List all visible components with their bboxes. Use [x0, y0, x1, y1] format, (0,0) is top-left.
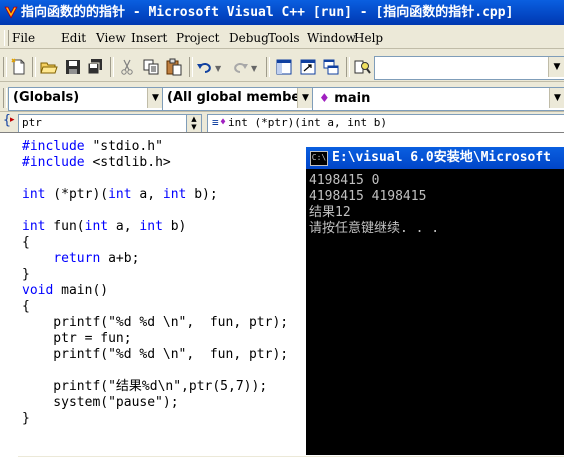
chevron-down-icon[interactable]: ▼: [297, 88, 313, 108]
standard-toolbar: ▼ ▼ ▼: [0, 52, 564, 82]
code-line[interactable]: system("pause");: [22, 395, 178, 411]
code-line[interactable]: }: [22, 411, 30, 427]
symbol-definition-field[interactable]: ≡ ♦ int (*ptr)(int a, int b): [207, 114, 564, 133]
function-combo[interactable]: ♦ main ▼: [312, 87, 564, 111]
toolbar-separator: [189, 57, 193, 77]
code-line[interactable]: {: [22, 235, 30, 251]
code-line[interactable]: printf("结果%d\n",ptr(5,7));: [22, 379, 267, 395]
menubar-grip[interactable]: [4, 30, 9, 46]
cut-icon[interactable]: [118, 58, 136, 76]
menu-bar: File Edit View Insert Project Debug Tool…: [0, 27, 564, 49]
undo-icon[interactable]: [196, 58, 214, 76]
copy-icon[interactable]: [142, 58, 160, 76]
function-combo-value: main: [334, 91, 371, 106]
code-line[interactable]: int fun(int a, int b): [22, 219, 186, 235]
console-line: 请按任意键继续. . .: [309, 221, 440, 236]
menu-file[interactable]: File: [12, 27, 35, 49]
menu-view[interactable]: View: [96, 27, 126, 49]
menu-project[interactable]: Project: [176, 27, 219, 49]
menu-help[interactable]: Help: [354, 27, 383, 49]
members-combo[interactable]: (All global members ▼: [162, 87, 314, 111]
menu-window[interactable]: Window: [307, 27, 356, 49]
members-combo-value: (All global members: [167, 90, 314, 105]
code-line[interactable]: #include <stdlib.h>: [22, 155, 171, 171]
toolbar-grip[interactable]: [3, 57, 7, 77]
visual-cpp-icon: [4, 6, 18, 19]
output-window-icon[interactable]: [299, 58, 317, 76]
chevron-down-icon[interactable]: ▼: [549, 88, 564, 108]
equals-icon: ≡: [212, 116, 219, 129]
symbol-scope-value: ptr: [22, 116, 42, 129]
console-icon: C:\: [310, 151, 328, 166]
code-line[interactable]: printf("%d %d \n", fun, ptr);: [22, 315, 288, 331]
save-all-icon[interactable]: [86, 58, 104, 76]
paste-icon[interactable]: [165, 58, 183, 76]
symbol-definition-value: int (*ptr)(int a, int b): [228, 116, 387, 129]
code-line[interactable]: {: [22, 299, 30, 315]
symbol-scope-field[interactable]: ptr: [18, 114, 191, 133]
console-line: 4198415 4198415: [309, 189, 427, 204]
redo-dropdown-icon[interactable]: ▼: [251, 64, 257, 73]
console-title-bar[interactable]: C:\ E:\visual 6.0安装地\Microsoft: [306, 147, 564, 169]
purple-diamond-icon: ♦: [319, 91, 330, 105]
chevron-down-icon[interactable]: ▼: [548, 57, 564, 77]
open-folder-icon[interactable]: [40, 58, 58, 76]
class-combo-value: (Globals): [13, 90, 80, 105]
code-line[interactable]: void main(): [22, 283, 108, 299]
wizard-bar: (Globals) ▼ (All global members ▼ ♦ main…: [0, 84, 564, 112]
chevron-down-icon[interactable]: ▼: [147, 88, 163, 108]
menu-edit[interactable]: Edit: [61, 27, 86, 49]
new-document-icon[interactable]: [10, 58, 28, 76]
window-list-icon[interactable]: [322, 58, 340, 76]
redo-icon[interactable]: [231, 58, 249, 76]
workspace-icon[interactable]: [275, 58, 293, 76]
save-icon[interactable]: [64, 58, 82, 76]
console-window[interactable]: C:\ E:\visual 6.0安装地\Microsoft 4198415 0…: [305, 146, 564, 456]
code-line[interactable]: ptr = fun;: [22, 331, 131, 347]
code-line[interactable]: return a+b;: [22, 251, 139, 267]
window-title-bar[interactable]: 指向函数的的指针 - Microsoft Visual C++ [run] - …: [0, 0, 564, 25]
console-line: 结果12: [309, 205, 351, 220]
menu-tools[interactable]: Tools: [268, 27, 300, 49]
toolbar-separator: [110, 57, 114, 77]
wizardbar-grip[interactable]: [3, 88, 7, 108]
arrow-icon: ▸: [10, 115, 15, 125]
find-combo[interactable]: ▼: [374, 56, 564, 80]
find-in-files-icon[interactable]: [353, 58, 371, 76]
code-line[interactable]: printf("%d %d \n", fun, ptr);: [22, 347, 288, 363]
class-combo[interactable]: (Globals) ▼: [8, 87, 164, 111]
purple-diamond-icon: ♦: [220, 117, 227, 128]
menu-insert[interactable]: Insert: [131, 27, 167, 49]
symbol-bar: { ▸ ptr ▲ ▼ ≡ ♦ int (*ptr)(int a, int b): [0, 113, 564, 133]
console-title: E:\visual 6.0安装地\Microsoft: [332, 150, 552, 165]
editor-gutter[interactable]: [0, 133, 18, 457]
code-line[interactable]: int (*ptr)(int a, int b);: [22, 187, 218, 203]
code-line[interactable]: #include "stdio.h": [22, 139, 163, 155]
toolbar-separator: [32, 57, 36, 77]
toolbar-separator: [266, 57, 270, 77]
code-line[interactable]: }: [22, 267, 30, 283]
toolbar-separator: [346, 57, 350, 77]
window-title: 指向函数的的指针 - Microsoft Visual C++ [run] - …: [21, 5, 514, 20]
console-line: 4198415 0: [309, 173, 380, 188]
symbol-spinner[interactable]: ▲ ▼: [186, 114, 202, 133]
menu-debug[interactable]: Debug: [229, 27, 269, 49]
undo-dropdown-icon[interactable]: ▼: [215, 64, 221, 73]
